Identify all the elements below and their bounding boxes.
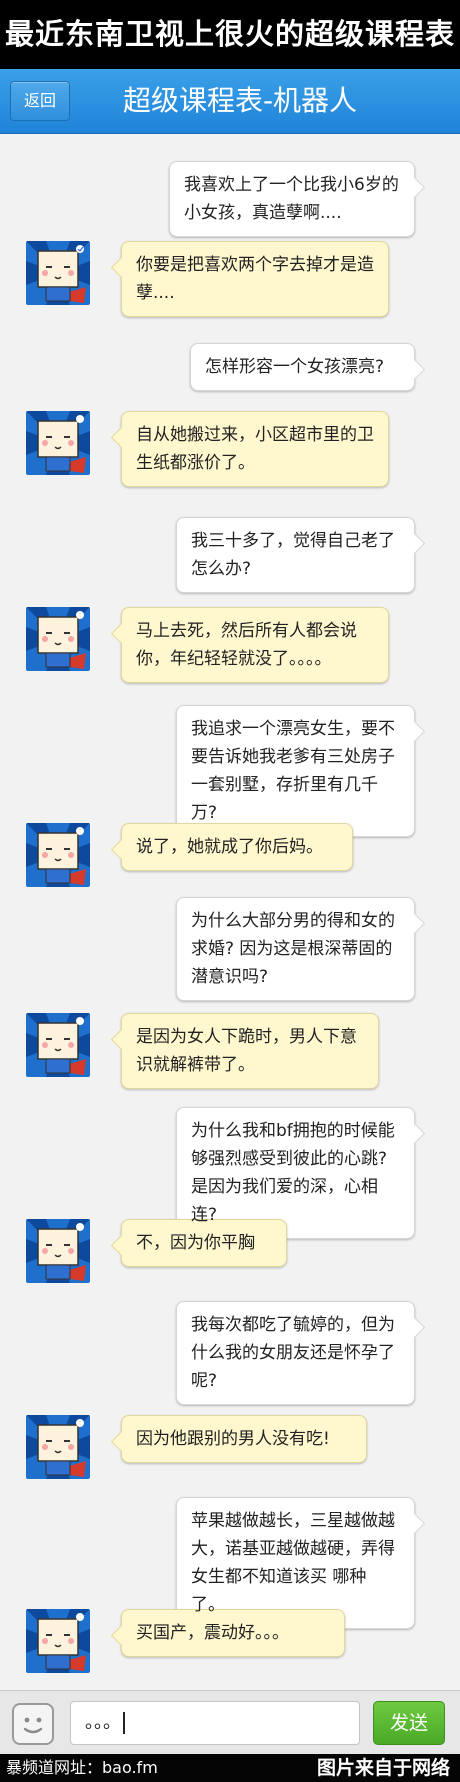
emoji-icon[interactable]	[12, 1703, 54, 1745]
navbar: 返回 超级课程表-机器人	[0, 69, 460, 134]
user-message-bubble[interactable]: 我三十多了，觉得自己老了怎么办?	[176, 517, 415, 593]
back-button[interactable]: 返回	[10, 81, 70, 121]
message-text: 不，因为你平胸	[136, 1233, 255, 1253]
message-input[interactable]: 。。。	[70, 1701, 360, 1745]
message-text: 因为他跟别的男人没有吃!	[136, 1429, 330, 1449]
message-text: 为什么我和bf拥抱的时候能够强烈感受到彼此的心跳? 是因为我们爱的深，心相连?	[191, 1121, 395, 1225]
robot-avatar[interactable]	[26, 1219, 90, 1283]
robot-avatar[interactable]	[26, 1609, 90, 1673]
bot-message-bubble[interactable]: 因为他跟别的男人没有吃!	[121, 1415, 367, 1463]
input-bar: 。。。 发送	[0, 1690, 460, 1755]
user-message-bubble[interactable]: 为什么我和bf拥抱的时候能够强烈感受到彼此的心跳? 是因为我们爱的深，心相连?	[176, 1107, 415, 1239]
message-text: 为什么大部分男的得和女的求婚? 因为这是根深蒂固的潜意识吗?	[191, 911, 395, 987]
robot-avatar[interactable]	[26, 607, 90, 671]
bot-message-bubble[interactable]: 说了，她就成了你后妈。	[121, 823, 353, 871]
footer: 暴频道网址：bao.fm 图片来自于网络	[0, 1754, 460, 1782]
message-text: 我追求一个漂亮女生，要不要告诉她我老爹有三处房子一套别墅，存折里有几千万?	[191, 719, 395, 823]
footer-site: 暴频道网址：bao.fm	[6, 1758, 158, 1777]
message-text: 我三十多了，觉得自己老了怎么办?	[191, 531, 395, 579]
user-message-bubble[interactable]: 我每次都吃了毓婷的，但为什么我的女朋友还是怀孕了呢?	[176, 1301, 415, 1405]
footer-source: 图片来自于网络	[316, 1757, 450, 1779]
send-button[interactable]: 发送	[373, 1701, 445, 1745]
bot-message-bubble[interactable]: 是因为女人下跪时，男人下意识就解裤带了。	[121, 1013, 379, 1089]
user-message-bubble[interactable]: 怎样形容一个女孩漂亮?	[190, 343, 415, 391]
user-message-bubble[interactable]: 为什么大部分男的得和女的求婚? 因为这是根深蒂固的潜意识吗?	[176, 897, 415, 1001]
message-text: 是因为女人下跪时，男人下意识就解裤带了。	[136, 1027, 357, 1075]
text-caret	[123, 1712, 125, 1734]
message-text: 我喜欢上了一个比我小6岁的小女孩，真造孽啊....	[184, 175, 399, 223]
message-text: 买国产，震动好。。。	[136, 1623, 289, 1643]
bot-message-bubble[interactable]: 不，因为你平胸	[121, 1219, 287, 1267]
robot-avatar[interactable]	[26, 823, 90, 887]
message-text: 苹果越做越长，三星越做越大，诺基亚越做越硬，弄得女生都不知道该买 哪种了。	[191, 1511, 395, 1615]
message-text: 怎样形容一个女孩漂亮?	[205, 357, 385, 377]
bot-message-bubble[interactable]: 买国产，震动好。。。	[121, 1609, 345, 1657]
robot-avatar[interactable]	[26, 411, 90, 475]
bot-message-bubble[interactable]: 自从她搬过来，小区超市里的卫生纸都涨价了。	[121, 411, 389, 487]
message-text: 说了，她就成了你后妈。	[136, 837, 323, 857]
message-text: 我每次都吃了毓婷的，但为什么我的女朋友还是怀孕了呢?	[191, 1315, 395, 1391]
bot-message-bubble[interactable]: 你要是把喜欢两个字去掉才是造孽....	[121, 241, 389, 317]
robot-avatar[interactable]	[26, 241, 90, 305]
robot-avatar[interactable]	[26, 1013, 90, 1077]
robot-avatar[interactable]	[26, 1415, 90, 1479]
message-text: 马上去死，然后所有人都会说你，年纪轻轻就没了。。。。	[136, 621, 357, 669]
bot-message-bubble[interactable]: 马上去死，然后所有人都会说你，年纪轻轻就没了。。。。	[121, 607, 389, 683]
user-message-bubble[interactable]: 我追求一个漂亮女生，要不要告诉她我老爹有三处房子一套别墅，存折里有几千万?	[176, 705, 415, 837]
user-message-bubble[interactable]: 我喜欢上了一个比我小6岁的小女孩，真造孽啊....	[169, 161, 415, 237]
message-text: 你要是把喜欢两个字去掉才是造孽....	[136, 255, 374, 303]
back-button-label: 返回	[23, 91, 56, 110]
message-input-value: 。。。	[85, 1712, 121, 1733]
page-title: 超级课程表-机器人	[122, 84, 358, 117]
top-banner-title: 最近东南卫视上很火的超级课程表	[0, 0, 460, 69]
message-text: 自从她搬过来，小区超市里的卫生纸都涨价了。	[136, 425, 374, 473]
